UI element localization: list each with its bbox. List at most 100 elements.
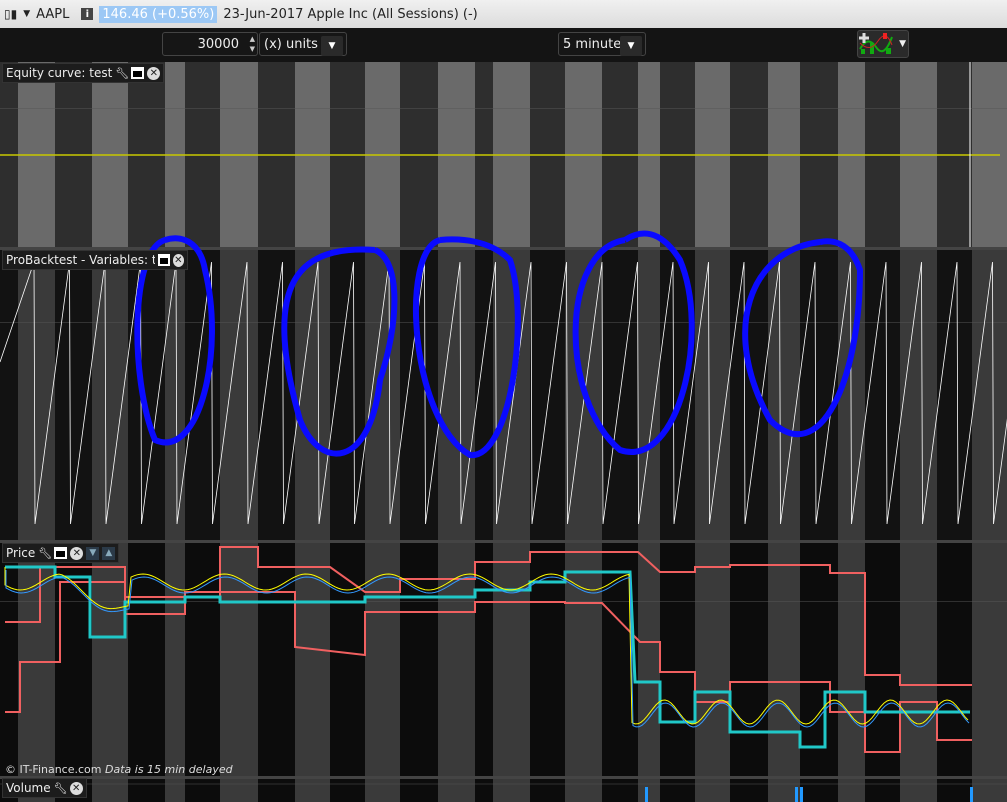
time-stripe bbox=[638, 250, 660, 540]
quantity-stepper[interactable]: 30000 ▲ ▼ bbox=[162, 32, 258, 56]
volume-bar bbox=[795, 787, 798, 802]
units-select[interactable]: (x) units ▼ bbox=[259, 32, 347, 56]
time-stripe bbox=[865, 778, 900, 802]
time-stripe bbox=[800, 778, 838, 802]
time-stripe bbox=[900, 250, 937, 540]
units-value: (x) units bbox=[264, 36, 318, 52]
toolbar: 30000 ▲ ▼ (x) units ▼ 5 minutes ▼ ▼ bbox=[0, 28, 1007, 62]
close-icon[interactable]: ✕ bbox=[70, 546, 84, 560]
time-stripe bbox=[55, 250, 92, 540]
chart-area[interactable] bbox=[0, 62, 1007, 802]
source-text: © IT-Finance.com bbox=[5, 763, 102, 776]
time-stripe bbox=[330, 778, 365, 802]
time-stripe bbox=[475, 778, 493, 802]
time-stripe bbox=[972, 778, 1007, 802]
volume-panel-title: Volume bbox=[6, 781, 51, 795]
variables-panel-title: ProBacktest - Variables: test bbox=[6, 253, 155, 267]
time-stripe bbox=[400, 778, 438, 802]
time-stripe bbox=[900, 778, 937, 802]
delay-text: Data is 15 min delayed bbox=[105, 763, 233, 776]
time-stripe bbox=[530, 778, 565, 802]
time-stripe bbox=[660, 543, 695, 776]
instrument-description: 23-Jun-2017 Apple Inc (All Sessions) (-) bbox=[223, 6, 478, 22]
time-stripe bbox=[185, 778, 220, 802]
chevron-down-icon[interactable]: ▼ bbox=[899, 39, 906, 49]
time-stripe bbox=[165, 250, 185, 540]
candlestick-icon[interactable]: ▯▮ bbox=[4, 7, 17, 21]
time-stripe bbox=[695, 250, 730, 540]
time-stripe bbox=[165, 778, 185, 802]
time-stripe bbox=[295, 778, 330, 802]
time-stripe bbox=[972, 543, 1007, 776]
time-stripe bbox=[838, 778, 865, 802]
chevron-down-icon[interactable]: ▼ bbox=[321, 36, 343, 56]
volume-panel-header: Volume 🔧︎ ✕ bbox=[2, 778, 87, 798]
volume-bar bbox=[970, 787, 973, 802]
symbol-label[interactable]: AAPL bbox=[36, 7, 69, 22]
maximize-icon[interactable] bbox=[157, 254, 170, 266]
time-stripe bbox=[638, 778, 660, 802]
time-stripe bbox=[128, 543, 165, 776]
time-stripe bbox=[165, 543, 185, 776]
time-stripe bbox=[768, 543, 800, 776]
time-stripe bbox=[695, 778, 730, 802]
time-stripe bbox=[565, 543, 602, 776]
time-stripe bbox=[128, 250, 165, 540]
time-stripe bbox=[865, 543, 900, 776]
volume-bar bbox=[645, 787, 648, 802]
quantity-value[interactable]: 30000 bbox=[198, 37, 239, 52]
time-stripe bbox=[493, 778, 530, 802]
time-stripe bbox=[937, 543, 972, 776]
time-stripe bbox=[638, 543, 660, 776]
time-stripe bbox=[937, 250, 972, 540]
time-stripe bbox=[18, 543, 55, 776]
time-stripe bbox=[660, 778, 695, 802]
close-icon[interactable]: ✕ bbox=[69, 781, 83, 795]
indicator-icon bbox=[859, 33, 893, 54]
time-stripe bbox=[128, 778, 165, 802]
price-panel-header: Price 🔧︎ ✕ ▼ ▲ bbox=[2, 543, 120, 563]
maximize-icon[interactable] bbox=[131, 67, 145, 79]
time-stripe bbox=[92, 543, 128, 776]
info-icon[interactable]: i bbox=[81, 8, 94, 20]
title-bar: ▯▮ ▼ AAPL i 146.46 (+0.56%) 23-Jun-2017 … bbox=[0, 0, 1007, 28]
time-stripe bbox=[800, 250, 838, 540]
time-stripe bbox=[730, 543, 768, 776]
move-up-icon[interactable]: ▲ bbox=[102, 546, 116, 560]
time-stripe bbox=[0, 543, 18, 776]
volume-bar bbox=[800, 787, 803, 802]
time-stripe bbox=[0, 250, 18, 540]
time-stripe bbox=[185, 543, 220, 776]
time-stripe bbox=[838, 543, 865, 776]
time-stripe bbox=[258, 543, 295, 776]
time-stripe bbox=[92, 778, 128, 802]
time-stripe bbox=[565, 778, 602, 802]
timeframe-value: 5 minutes bbox=[563, 36, 629, 52]
time-stripe bbox=[258, 778, 295, 802]
time-stripe bbox=[972, 250, 1007, 540]
wrench-icon[interactable]: 🔧︎ bbox=[54, 782, 68, 795]
add-indicator-button[interactable]: ▼ bbox=[857, 30, 909, 58]
wrench-icon[interactable]: 🔧︎ bbox=[115, 67, 129, 80]
time-stripe bbox=[900, 543, 937, 776]
stepper-arrows-icon[interactable]: ▲ ▼ bbox=[250, 34, 255, 54]
chevron-down-icon[interactable]: ▼ bbox=[620, 36, 642, 56]
time-stripe bbox=[695, 543, 730, 776]
close-icon[interactable]: ✕ bbox=[172, 253, 184, 267]
equity-panel-title: Equity curve: test bbox=[6, 66, 113, 80]
time-stripe bbox=[800, 543, 838, 776]
wrench-icon[interactable]: 🔧︎ bbox=[38, 547, 52, 560]
time-stripe bbox=[438, 778, 475, 802]
close-icon[interactable]: ✕ bbox=[147, 66, 161, 80]
maximize-icon[interactable] bbox=[54, 547, 68, 559]
time-stripe bbox=[438, 250, 475, 540]
data-source-notice: © IT-Finance.com Data is 15 min delayed bbox=[5, 763, 233, 776]
time-stripe bbox=[330, 250, 365, 540]
time-stripe bbox=[400, 543, 438, 776]
time-stripe bbox=[493, 543, 530, 776]
chevron-down-icon[interactable]: ▼ bbox=[23, 9, 30, 19]
timeframe-select[interactable]: 5 minutes ▼ bbox=[558, 32, 646, 56]
time-stripe bbox=[220, 250, 258, 540]
move-down-icon[interactable]: ▼ bbox=[86, 546, 100, 560]
time-stripe bbox=[730, 778, 768, 802]
